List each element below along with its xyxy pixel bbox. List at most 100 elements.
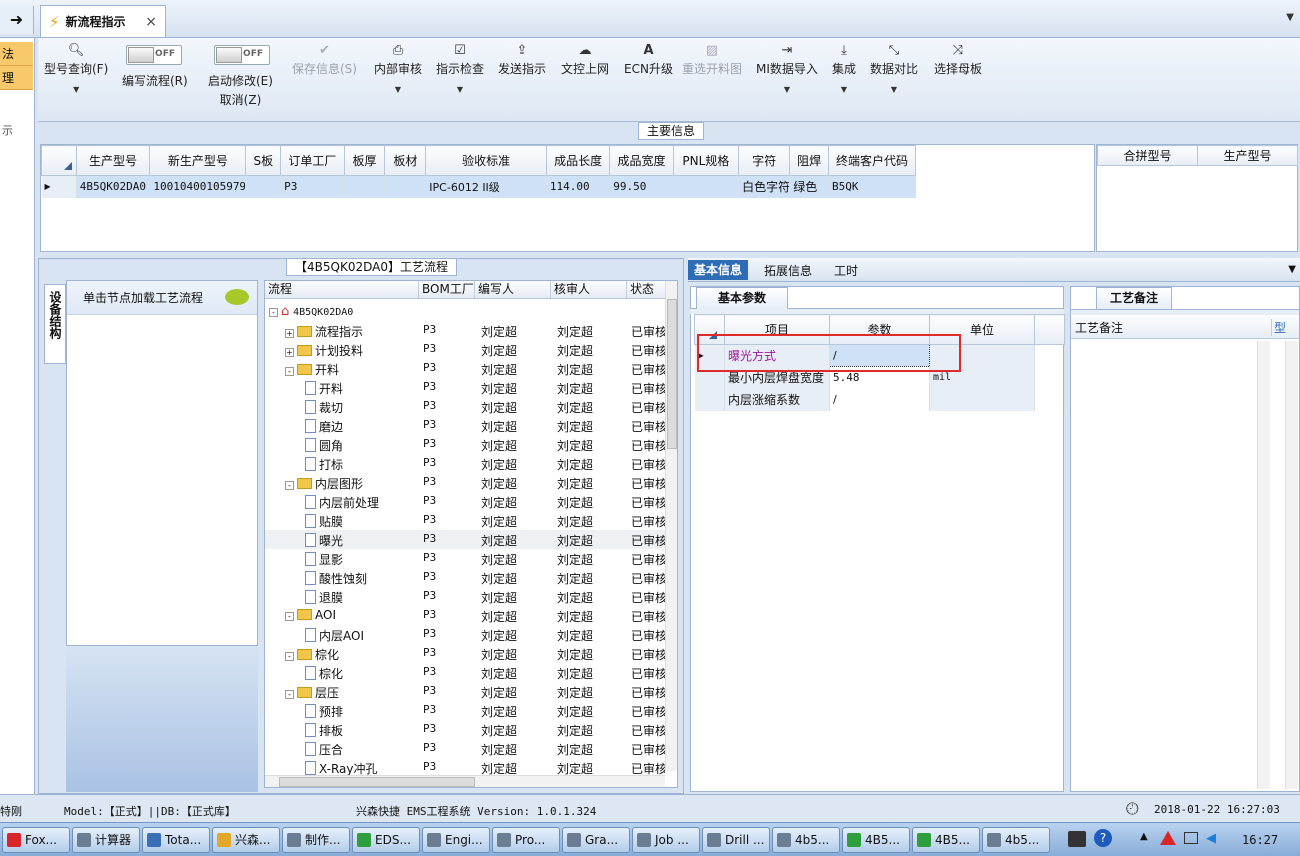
tree-node[interactable]: 裁切 P3 刘定超 刘定超 已审核	[265, 397, 665, 416]
tree-node[interactable]: - 层压 P3 刘定超 刘定超 已审核	[265, 682, 665, 701]
model-search-button[interactable]: 🔍︎ 型号查询(F) ▼	[44, 42, 108, 94]
taskbar-item[interactable]: Engi...	[422, 827, 490, 853]
column-header[interactable]: 生产型号	[1197, 145, 1298, 166]
tree-node[interactable]: 酸性蚀刻 P3 刘定超 刘定超 已审核	[265, 568, 665, 587]
tree-node[interactable]: 压合 P3 刘定超 刘定超 已审核	[265, 739, 665, 758]
column-header[interactable]: 字符	[738, 145, 791, 176]
vertical-scrollbar[interactable]	[1285, 341, 1298, 789]
collapse-icon[interactable]: -	[285, 690, 294, 699]
select-motherboard-button[interactable]: ⤨ 选择母板	[934, 42, 982, 77]
tree-node[interactable]: + 流程指示 P3 刘定超 刘定超 已审核	[265, 321, 665, 340]
cancel-label[interactable]: 取消(Z)	[208, 91, 273, 108]
vertical-scrollbar[interactable]	[665, 281, 677, 771]
column-header[interactable]: 新生产型号	[149, 145, 247, 176]
close-icon[interactable]: ×	[145, 14, 157, 30]
column-header[interactable]: PNL规格	[672, 145, 740, 176]
scrollbar-thumb[interactable]	[279, 777, 475, 787]
column-header[interactable]: 板材	[384, 145, 427, 176]
tree-node[interactable]: + 计划投料 P3 刘定超 刘定超 已审核	[265, 340, 665, 359]
network-icon[interactable]	[1184, 832, 1198, 844]
column-header[interactable]: 编写人	[475, 281, 551, 299]
column-header[interactable]: 工艺备注	[1075, 319, 1123, 336]
send-instruction-button[interactable]: ⇪ 发送指示	[498, 42, 546, 77]
collapse-icon[interactable]: -	[285, 367, 294, 376]
taskbar-item[interactable]: Pro...	[492, 827, 560, 853]
mi-data-import-button[interactable]: ⇥ MI数据导入 ▼	[756, 42, 818, 94]
volume-icon[interactable]: ◀	[1206, 831, 1216, 846]
taskbar-item[interactable]: 4B5...	[842, 827, 910, 853]
write-flow-toggle[interactable]: OFF	[126, 45, 182, 65]
tree-node[interactable]: 磨边 P3 刘定超 刘定超 已审核	[265, 416, 665, 435]
save-info-button[interactable]: ✔ 保存信息(S)	[292, 42, 357, 77]
taskbar-item[interactable]: 计算器	[72, 827, 140, 853]
tray-arrow-icon[interactable]: ▲	[1140, 831, 1148, 842]
column-header[interactable]: S板	[245, 145, 282, 176]
tray-app-icon[interactable]	[1160, 831, 1176, 845]
collapse-icon[interactable]: -	[285, 652, 294, 661]
horizontal-scrollbar[interactable]	[265, 775, 665, 787]
tab-process-remark[interactable]: 工艺备注	[1096, 287, 1172, 309]
table-row[interactable]: ▶ 4B5QK02DA0 10010400105979 P3 IPC-6012 …	[41, 175, 916, 198]
tree-node[interactable]: 预排 P3 刘定超 刘定超 已审核	[265, 701, 665, 720]
column-header[interactable]: 成品长度	[545, 145, 611, 176]
column-header[interactable]: 流程	[265, 281, 419, 299]
taskbar-item[interactable]: Drill ...	[702, 827, 770, 853]
reselect-cutting-chart-button[interactable]: ▨ 重选开料图	[682, 42, 742, 77]
column-header[interactable]: 合拼型号	[1097, 145, 1198, 166]
column-header[interactable]: 板厚	[343, 145, 386, 176]
sidebar-toggle-icon[interactable]: ➜	[0, 6, 34, 34]
collapse-icon[interactable]: -	[285, 481, 294, 490]
tab-basic-params[interactable]: 基本参数	[696, 287, 788, 309]
expand-icon[interactable]: +	[285, 348, 294, 357]
tab-working-hours[interactable]: 工时	[828, 261, 864, 281]
collapse-icon[interactable]: -	[285, 612, 294, 621]
taskbar-item[interactable]: 兴森...	[212, 827, 280, 853]
tree-node[interactable]: 圆角 P3 刘定超 刘定超 已审核	[265, 435, 665, 454]
tree-node[interactable]: 显影 P3 刘定超 刘定超 已审核	[265, 549, 665, 568]
tree-node[interactable]: - 内层图形 P3 刘定超 刘定超 已审核	[265, 473, 665, 492]
tree-node[interactable]: 曝光 P3 刘定超 刘定超 已审核	[265, 530, 665, 549]
expand-icon[interactable]: +	[285, 329, 294, 338]
tab-new-process[interactable]: ⚡ 新流程指示 ×	[40, 5, 166, 37]
taskbar-item[interactable]: Job ...	[632, 827, 700, 853]
column-header[interactable]: 状态	[627, 281, 667, 299]
internal-review-button[interactable]: ⎙ 内部审核 ▼	[374, 42, 422, 94]
column-header[interactable]: 生产型号	[75, 145, 151, 176]
equipment-structure-tab[interactable]: 设备结构	[44, 284, 66, 364]
taskbar-item[interactable]: 4B5...	[912, 827, 980, 853]
tree-node[interactable]: 内层AOI P3 刘定超 刘定超 已审核	[265, 625, 665, 644]
taskbar-item[interactable]: Fox...	[2, 827, 70, 853]
tree-node[interactable]: 打标 P3 刘定超 刘定超 已审核	[265, 454, 665, 473]
taskbar-item[interactable]: 4b5...	[772, 827, 840, 853]
data-compare-button[interactable]: ⤡ 数据对比 ▼	[870, 42, 918, 94]
chevron-down-icon[interactable]: ▼	[1288, 264, 1296, 275]
taskbar-item[interactable]: 4b5...	[982, 827, 1050, 853]
tree-node[interactable]: 开料 P3 刘定超 刘定超 已审核	[265, 378, 665, 397]
param-value-cell[interactable]: /	[829, 388, 930, 411]
tree-node[interactable]: 排板 P3 刘定超 刘定超 已审核	[265, 720, 665, 739]
column-header[interactable]: 订单工厂	[280, 145, 345, 176]
column-header[interactable]: 型	[1271, 319, 1286, 336]
integrate-button[interactable]: ⤓ 集成 ▼	[832, 42, 856, 94]
tab-basic-info[interactable]: 基本信息	[688, 260, 749, 280]
tree-node[interactable]: - 棕化 P3 刘定超 刘定超 已审核	[265, 644, 665, 663]
table-row[interactable]: 内层涨缩系数 /	[694, 388, 1065, 411]
tab-extended-info[interactable]: 拓展信息	[758, 261, 818, 281]
taskbar-item[interactable]: EDS...	[352, 827, 420, 853]
nav-item[interactable]: 理	[0, 66, 33, 90]
ecn-upgrade-button[interactable]: A ECN升级	[624, 42, 673, 77]
tree-node[interactable]: 退膜 P3 刘定超 刘定超 已审核	[265, 587, 665, 606]
taskbar-clock[interactable]: 16:27	[1242, 833, 1278, 847]
column-header[interactable]: 核审人	[551, 281, 627, 299]
column-header[interactable]: 验收标准	[425, 145, 547, 176]
vertical-scrollbar[interactable]	[1257, 341, 1270, 789]
tree-node[interactable]: 贴膜 P3 刘定超 刘定超 已审核	[265, 511, 665, 530]
tree-node[interactable]: 棕化 P3 刘定超 刘定超 已审核	[265, 663, 665, 682]
column-header[interactable]: 阻焊	[789, 145, 830, 176]
keyboard-icon[interactable]	[1068, 831, 1086, 847]
scrollbar-thumb[interactable]	[667, 299, 677, 449]
taskbar-item[interactable]: 制作...	[282, 827, 350, 853]
start-edit-toggle[interactable]: OFF	[214, 45, 270, 65]
column-header[interactable]: 成品宽度	[609, 145, 674, 176]
doc-control-online-button[interactable]: ☁ 文控上网	[561, 42, 609, 77]
